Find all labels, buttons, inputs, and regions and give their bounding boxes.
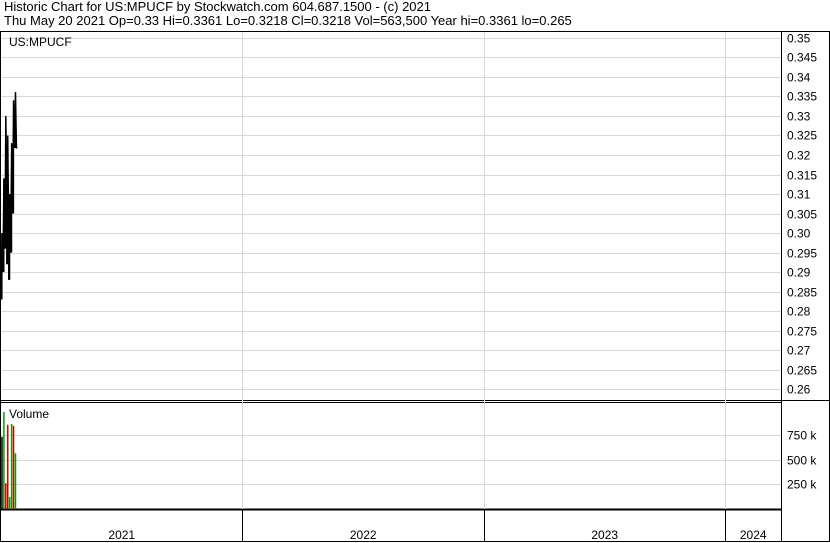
price-tick-label: 0.275: [787, 325, 817, 339]
price-tick-label: 0.27: [787, 344, 811, 358]
price-tick-label: 0.30: [787, 227, 811, 241]
price-tick-label: 0.345: [787, 51, 817, 65]
year-label: 2021: [108, 528, 135, 542]
price-panel-label: US:MPUCF: [9, 35, 72, 49]
volume-tick-label: 500 k: [787, 454, 817, 468]
volume-tick-label: 750 k: [787, 429, 817, 443]
price-tick-label: 0.325: [787, 129, 817, 143]
price-tick-label: 0.29: [787, 266, 811, 280]
outer-frame: [0, 31, 830, 542]
volume-bar: [10, 423, 13, 509]
chart-frame: [0, 31, 830, 542]
volume-bar: [14, 453, 17, 509]
price-tick-label: 0.33: [787, 110, 811, 124]
price-tick-label: 0.265: [787, 364, 817, 378]
year-label: 2023: [591, 528, 618, 542]
volume-bar: [12, 425, 15, 509]
volume-bar: [5, 483, 7, 509]
price-tick-label: 0.31: [787, 188, 811, 202]
price-tick-label: 0.295: [787, 247, 817, 261]
year-label: 2024: [740, 528, 767, 542]
chart-canvas: 0.35 0.345 0.34 0.335 0.33 0.325 0.32 0.315 0.31…: [0, 31, 830, 542]
price-tick-label: 0.34: [787, 71, 811, 85]
price-tick-label: 0.285: [787, 286, 817, 300]
year-label: 2022: [350, 528, 377, 542]
price-tick-label: 0.26: [787, 383, 811, 397]
price-tick-label: 0.335: [787, 90, 817, 104]
volume-bar: [1, 436, 3, 509]
volume-tick-label: 250 k: [787, 478, 817, 492]
price-tick-label: 0.35: [787, 32, 811, 46]
price-tick-label: 0.305: [787, 208, 817, 222]
volume-bar: [8, 497, 11, 509]
price-tick-label: 0.315: [787, 169, 817, 183]
price-tick-label: 0.32: [787, 149, 811, 163]
price-tick-label: 0.28: [787, 305, 811, 319]
volume-bar: [3, 411, 5, 509]
volume-panel-label: Volume: [9, 407, 49, 421]
volume-bar: [7, 424, 9, 509]
